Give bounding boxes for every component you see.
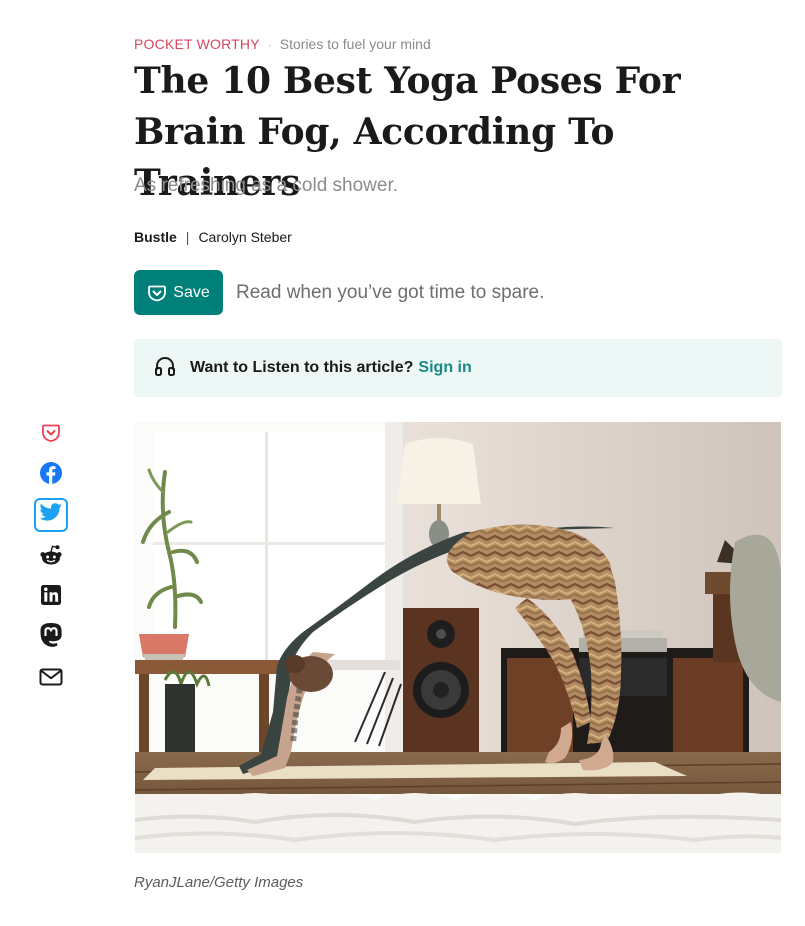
eyebrow-separator: · <box>267 38 272 52</box>
share-twitter-button[interactable] <box>34 498 68 532</box>
save-button[interactable]: Save <box>134 270 223 315</box>
article-page: POCKET WORTHY · Stories to fuel your mind … <box>0 0 805 926</box>
image-caption: RyanJLane/Getty Images <box>134 874 304 891</box>
share-reddit-button[interactable] <box>34 540 68 574</box>
article-subtitle: As refreshing as a cold shower. <box>134 175 399 196</box>
pocket-icon <box>40 422 62 449</box>
save-hint: Read when you’ve got time to spare. <box>236 281 545 303</box>
sign-in-link[interactable]: Sign in <box>418 359 471 377</box>
facebook-icon <box>39 461 63 490</box>
pocket-save-icon <box>147 283 167 303</box>
publisher-name: Bustle <box>134 229 177 245</box>
share-mastodon-button[interactable] <box>34 620 68 654</box>
eyebrow: POCKET WORTHY · Stories to fuel your mind <box>134 35 431 54</box>
author-name: Carolyn Steber <box>198 229 292 245</box>
listen-banner: Want to Listen to this article? Sign in <box>134 339 782 397</box>
byline: Bustle | Carolyn Steber <box>134 228 292 246</box>
mail-icon <box>39 668 63 691</box>
headphones-icon <box>153 354 177 383</box>
yoga-photo <box>135 422 781 853</box>
twitter-icon <box>39 502 63 528</box>
byline-separator: | <box>185 229 190 245</box>
share-email-button[interactable] <box>34 662 68 696</box>
hero-image <box>135 422 781 853</box>
pocket-worthy-label[interactable]: POCKET WORTHY <box>134 36 260 52</box>
mastodon-icon <box>39 622 63 653</box>
save-button-label: Save <box>173 283 210 301</box>
linkedin-icon <box>40 584 62 611</box>
reddit-icon <box>39 544 63 571</box>
listen-prompt: Want to Listen to this article? <box>190 359 414 376</box>
share-facebook-button[interactable] <box>34 458 68 492</box>
eyebrow-tagline: Stories to fuel your mind <box>279 36 431 52</box>
share-pocket-button[interactable] <box>34 418 68 452</box>
share-linkedin-button[interactable] <box>34 580 68 614</box>
save-row: Save Read when you’ve got time to spare. <box>134 270 544 315</box>
